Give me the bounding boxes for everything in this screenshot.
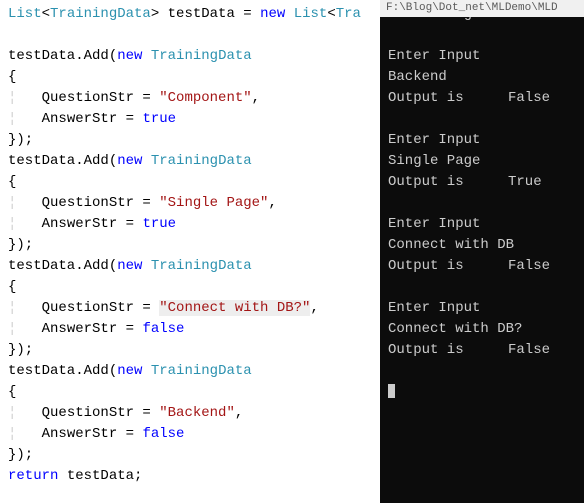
blank-line <box>388 25 576 46</box>
output-line: Output isFalse <box>388 256 576 277</box>
answer-line: ¦ AnswerStr = true <box>8 214 372 235</box>
blank-line <box>388 193 576 214</box>
input-echo-line: Connect with DB <box>388 235 576 256</box>
input-echo-line: Backend <box>388 67 576 88</box>
add-call-line: testData.Add(new TrainingData <box>8 46 372 67</box>
string-literal: "Single Page" <box>159 195 268 211</box>
open-brace-line: { <box>8 67 372 88</box>
question-line: ¦ QuestionStr = "Single Page", <box>8 193 372 214</box>
blank-line <box>388 361 576 382</box>
add-call-line: testData.Add(new TrainingData <box>8 256 372 277</box>
close-brace-line: }); <box>8 340 372 361</box>
blank-line <box>388 109 576 130</box>
blank-line <box>8 25 372 46</box>
return-line: return testData; <box>8 466 372 487</box>
terminal-cursor-line <box>388 382 576 403</box>
output-label: Output is <box>388 340 508 361</box>
close-brace-line: }); <box>8 130 372 151</box>
prompt-line: Enter Input <box>388 130 576 151</box>
code-lines: List<TrainingData> testData = new List<T… <box>8 4 372 487</box>
output-line: Output isFalse <box>388 340 576 361</box>
input-echo-line: Connect with DB? <box>388 319 576 340</box>
prompt-line: Enter Input <box>388 46 576 67</box>
answer-line: ¦ AnswerStr = true <box>8 109 372 130</box>
output-label: Output is <box>388 256 508 277</box>
answer-line: ¦ AnswerStr = false <box>8 424 372 445</box>
close-brace-line: }); <box>8 235 372 256</box>
question-line: ¦ QuestionStr = "Component", <box>8 88 372 109</box>
string-literal: "Connect with DB?" <box>159 300 310 316</box>
output-value: False <box>508 88 576 109</box>
prompt-line: Enter Input <box>388 214 576 235</box>
string-literal: "Backend" <box>159 405 235 421</box>
output-label: Output is <box>388 172 508 193</box>
add-call-line: testData.Add(new TrainingData <box>8 151 372 172</box>
question-line: ¦ QuestionStr = "Backend", <box>8 403 372 424</box>
terminal-content: Insert angular terms Enter InputBackendO… <box>388 4 576 403</box>
close-brace-line: }); <box>8 445 372 466</box>
output-line: Output isFalse <box>388 88 576 109</box>
string-literal: "Component" <box>159 90 251 106</box>
input-echo-line: Single Page <box>388 151 576 172</box>
open-brace-line: { <box>8 172 372 193</box>
output-line: Output isTrue <box>388 172 576 193</box>
cursor-icon <box>388 384 395 398</box>
terminal-title-text: F:\Blog\Dot_net\MLDemo\MLD <box>386 2 558 14</box>
answer-line: ¦ AnswerStr = false <box>8 319 372 340</box>
output-value: False <box>508 340 576 361</box>
output-value: True <box>508 172 576 193</box>
blank-line <box>388 277 576 298</box>
terminal-titlebar: F:\Blog\Dot_net\MLDemo\MLD <box>380 0 584 17</box>
code-editor-pane[interactable]: List<TrainingData> testData = new List<T… <box>0 0 380 503</box>
output-value: False <box>508 256 576 277</box>
open-brace-line: { <box>8 277 372 298</box>
question-line: ¦ QuestionStr = "Connect with DB?", <box>8 298 372 319</box>
output-label: Output is <box>388 88 508 109</box>
open-brace-line: { <box>8 382 372 403</box>
terminal-pane[interactable]: F:\Blog\Dot_net\MLDemo\MLD Insert angula… <box>380 0 584 503</box>
prompt-line: Enter Input <box>388 298 576 319</box>
add-call-line: testData.Add(new TrainingData <box>8 361 372 382</box>
decl-line: List<TrainingData> testData = new List<T… <box>8 4 372 25</box>
